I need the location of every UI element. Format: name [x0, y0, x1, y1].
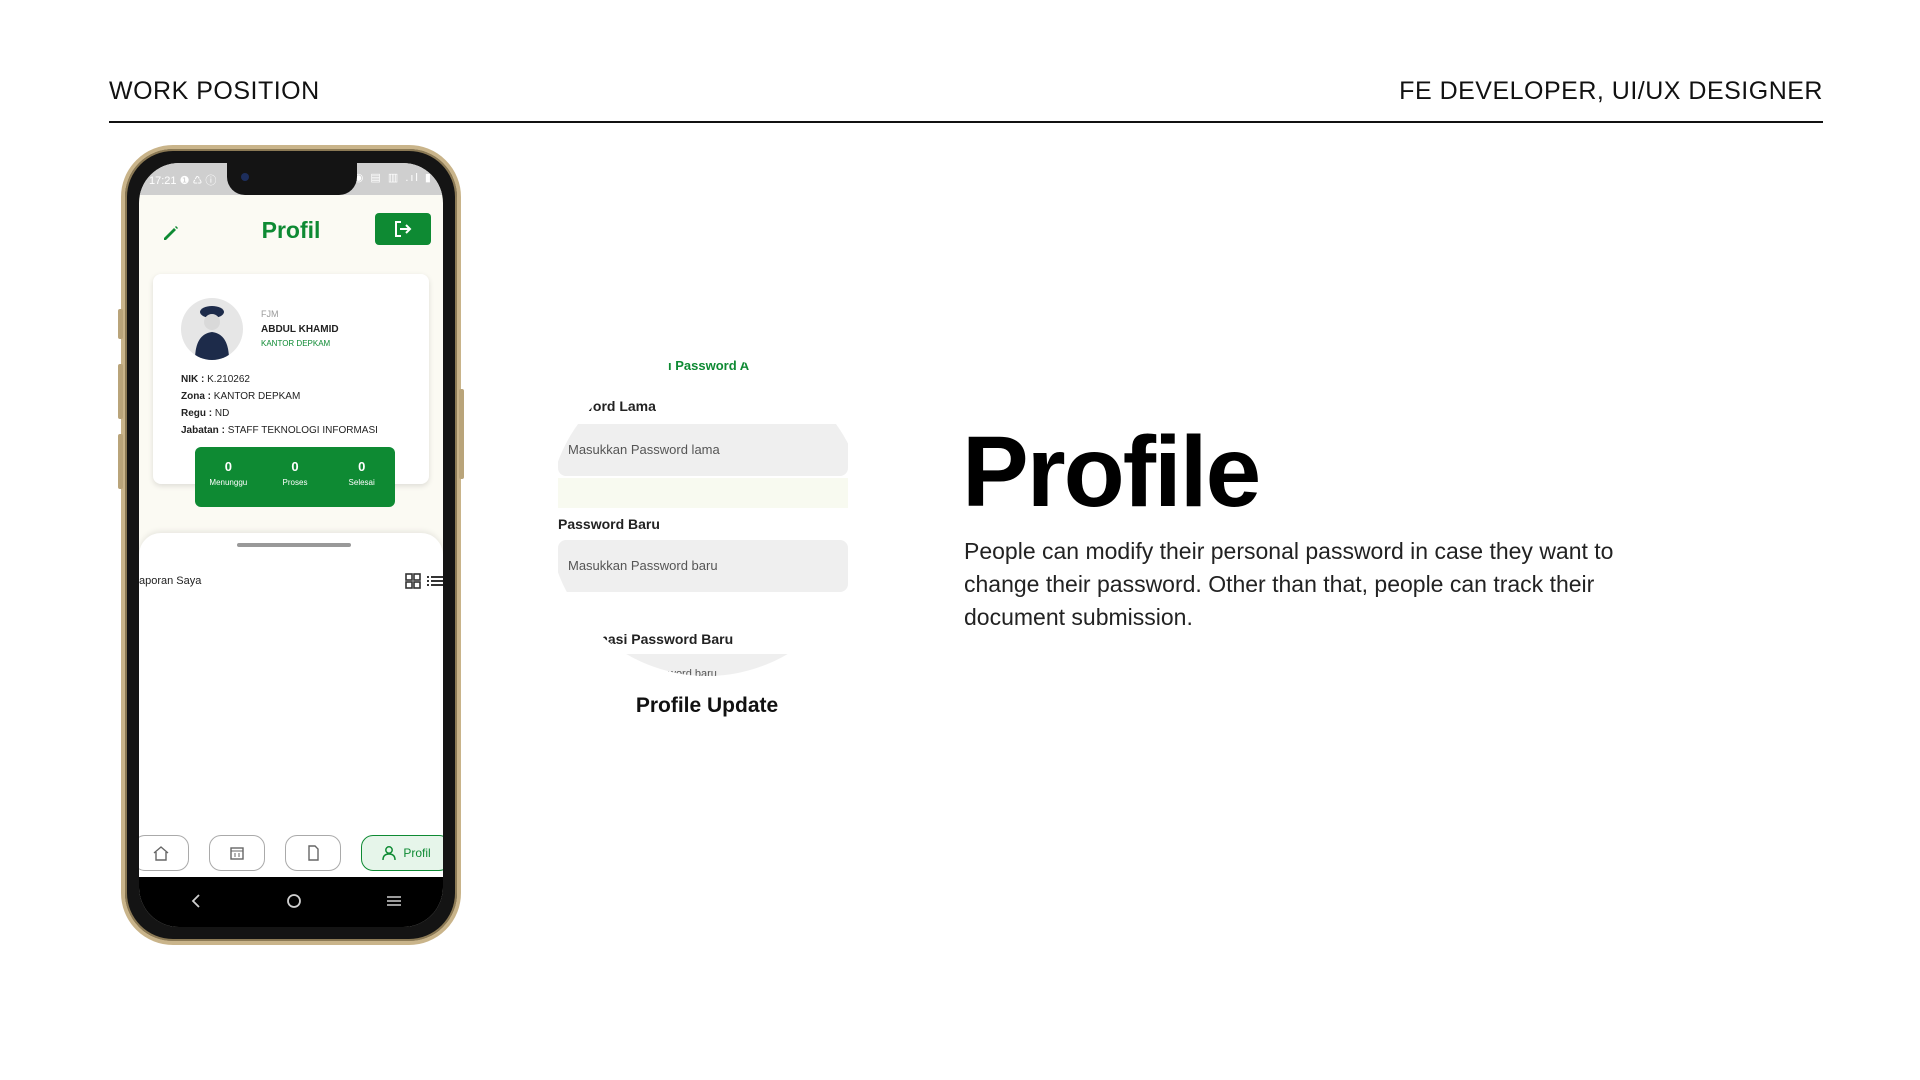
nav-profile[interactable]: Profil	[361, 835, 443, 871]
recents-icon[interactable]	[385, 892, 403, 910]
stat-label: Menunggu	[209, 478, 248, 487]
profile-name: ABDUL KHAMID	[261, 324, 339, 335]
profile-field-zona: Zona : KANTOR DEPKAM	[181, 391, 301, 402]
stat-label: Proses	[282, 478, 308, 487]
phone-side-button	[459, 389, 464, 479]
system-nav-bar	[139, 877, 443, 927]
avatar	[181, 298, 243, 360]
nav-calendar[interactable]	[209, 835, 265, 871]
feature-title: Profile	[962, 416, 1261, 528]
stat-value: 0	[291, 459, 299, 474]
zoom-heading: ı Password A	[668, 358, 750, 373]
back-icon[interactable]	[189, 892, 203, 910]
stat-waiting[interactable]: 0 Menunggu	[195, 447, 262, 507]
stat-label: Selesai	[348, 478, 375, 487]
status-time: 17:21 ❶ ♺ ⓘ	[149, 175, 217, 187]
home-circle-icon[interactable]	[285, 892, 303, 910]
form-spacer	[558, 478, 848, 508]
section-label: WORK POSITION	[109, 77, 320, 105]
old-password-label: word Lama	[582, 398, 656, 414]
stat-process[interactable]: 0 Proses	[262, 447, 329, 507]
phone-screen: 17:21 ❶ ♺ ⓘ ⚲ ◉ ▤ ▥ .ıl ▮ Profil FJM ABD…	[139, 163, 443, 927]
phone-side-button	[118, 309, 123, 339]
bottom-nav: Profil	[139, 829, 443, 877]
home-icon	[153, 846, 169, 861]
sheet-title: aporan Saya	[139, 575, 202, 587]
confirm-password-input[interactable]: word baru	[558, 654, 848, 676]
logout-icon	[395, 221, 412, 237]
profile-field-jabatan: Jabatan : STAFF TEKNOLOGI INFORMASI	[181, 425, 378, 436]
report-stats: 0 Menunggu 0 Proses 0 Selesai	[195, 447, 395, 507]
drag-handle[interactable]	[237, 543, 351, 547]
app-header: Profil	[139, 213, 443, 253]
phone-notch	[227, 163, 357, 195]
profile-code: FJM	[261, 309, 279, 319]
user-icon	[382, 846, 397, 861]
header-divider	[109, 121, 1823, 123]
role-label: FE DEVELOPER, UI/UX DESIGNER	[1399, 77, 1823, 105]
stat-value: 0	[358, 459, 366, 474]
zoom-caption: Profile Update	[635, 694, 779, 717]
camera-icon	[241, 173, 249, 181]
list-icon[interactable]	[427, 573, 443, 589]
new-password-label: Password Baru	[558, 516, 660, 532]
new-password-input[interactable]: Masukkan Password baru	[558, 540, 848, 592]
profile-field-nik: NIK : K.210262	[181, 374, 250, 385]
nav-home[interactable]	[139, 835, 189, 871]
nav-document[interactable]	[285, 835, 341, 871]
calendar-icon	[230, 847, 244, 860]
phone-mockup: 17:21 ❶ ♺ ⓘ ⚲ ◉ ▤ ▥ .ıl ▮ Profil FJM ABD…	[118, 145, 464, 945]
grid-icon[interactable]	[405, 573, 421, 589]
stat-done[interactable]: 0 Selesai	[328, 447, 395, 507]
confirm-password-label: rmasi Password Baru	[590, 631, 734, 647]
logout-button[interactable]	[375, 213, 431, 245]
old-password-input[interactable]: Masukkan Password lama	[558, 424, 848, 476]
stat-value: 0	[224, 459, 232, 474]
profile-office: KANTOR DEPKAM	[261, 339, 331, 348]
document-icon	[308, 845, 319, 861]
feature-description: People can modify their personal passwor…	[964, 538, 1614, 630]
zoom-lens: ı Password A word Lama Masukkan Password…	[548, 358, 866, 676]
nav-profile-label: Profil	[403, 846, 431, 860]
phone-side-button	[118, 364, 123, 419]
profile-field-regu: Regu : ND	[181, 408, 230, 419]
phone-side-button	[118, 434, 123, 489]
report-sheet: aporan Saya	[139, 533, 443, 877]
